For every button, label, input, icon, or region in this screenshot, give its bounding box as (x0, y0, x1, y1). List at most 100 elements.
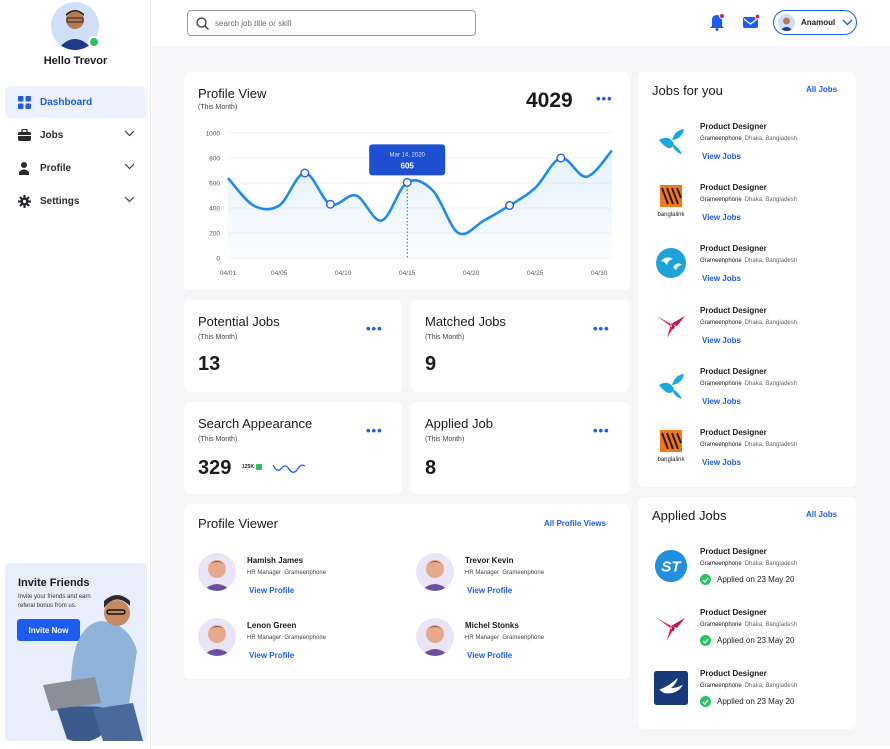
view-profile-link[interactable]: View Profile (467, 586, 512, 595)
avatar (416, 553, 454, 591)
viewer-item: Lenon Green HR Manager Grameenphone View… (198, 618, 398, 674)
job-title: Product Designer (700, 547, 767, 556)
sidebar-item-label: Profile (40, 162, 72, 174)
sidebar-item-profile[interactable]: Profile (5, 152, 147, 184)
job-company: Grameenphone (700, 319, 742, 326)
person-with-laptop-illustration (43, 595, 143, 741)
sidebar-item-jobs[interactable]: Jobs (5, 119, 147, 151)
job-company: Grameenphone (700, 561, 742, 567)
sparkline-icon (272, 464, 306, 473)
person-icon (17, 161, 31, 175)
matched-jobs-title: Matched Jobs (425, 314, 506, 329)
search-input[interactable] (215, 18, 455, 28)
view-profile-link[interactable]: View Profile (467, 651, 512, 660)
job-item: Product Designer Grameenphone Dhaka, Bangl… (638, 367, 856, 417)
view-jobs-link[interactable]: View Jobs (702, 336, 741, 345)
tooltip-value: 605 (401, 161, 415, 170)
potential-jobs-title: Potential Jobs (198, 314, 280, 329)
view-jobs-link[interactable]: View Jobs (702, 274, 741, 283)
job-meta: Grameenphone Dhaka, Bangladesh (700, 381, 797, 387)
view-jobs-link[interactable]: View Jobs (702, 152, 741, 161)
job-title: Product Designer (700, 183, 767, 193)
viewer-item: Trevor Kevin HR Manager Grameenphone Vie… (416, 553, 616, 609)
view-profile-link[interactable]: View Profile (249, 586, 294, 595)
job-location: Dhaka, Bangladesh (744, 136, 798, 142)
applied-job-subtitle: (This Month) (425, 436, 465, 443)
applied-status: Applied on 23 May 20 (700, 696, 795, 708)
viewer-role: HR Manager (465, 570, 500, 576)
x-tick-label: 04/15 (399, 270, 416, 277)
job-location: Dhaka, Bangladesh (744, 442, 798, 448)
chevron-down-icon (124, 130, 135, 137)
matched-jobs-value: 9 (425, 353, 437, 375)
bell-icon[interactable] (709, 13, 725, 31)
search-appearance-title: Search Appearance (198, 416, 313, 431)
growth-badge-value: 125K (242, 464, 254, 470)
applied-job-item: ST Product Designer Grameenphone Dhaka, Ban… (638, 547, 856, 597)
profile-viewer-title: Profile Viewer (198, 516, 278, 531)
data-point (402, 177, 412, 187)
job-meta: Grameenphone Dhaka, Bangladesh (700, 320, 797, 326)
job-location: Dhaka, Bangladesh (744, 561, 798, 567)
x-tick-label: 04/10 (335, 270, 352, 277)
applied-job-item: Product Designer Grameenphone Dhaka, Bangl… (638, 608, 856, 658)
matched-jobs-card: Matched Jobs (This Month) ••• 9 (411, 300, 629, 392)
job-item: banglalink Product Designer Grameenphone Dh… (638, 183, 856, 233)
svg-text:banglalink: banglalink (657, 457, 685, 463)
data-point (556, 153, 566, 163)
view-jobs-link[interactable]: View Jobs (702, 397, 741, 406)
job-title: Product Designer (700, 305, 767, 315)
data-point (505, 200, 515, 210)
x-tick-label: 04/05 (271, 270, 288, 277)
job-location: Dhaka, Bangladesh (744, 683, 798, 690)
avatar (198, 618, 236, 656)
more-options-icon[interactable]: ••• (366, 424, 383, 437)
svg-text:banglalink: banglalink (657, 212, 685, 218)
viewer-role: HR Manager (247, 635, 282, 641)
view-profile-link[interactable]: View Profile (249, 651, 294, 660)
gear-icon (17, 194, 31, 208)
sidebar: Hello Trevor Dashboard Jobs Profile Sett… (0, 0, 151, 749)
search-appearance-card: Search Appearance (This Month) ••• 329 1… (184, 402, 402, 494)
jobs-for-you-card: Jobs for you All Jobs Product Designer Gr… (638, 72, 856, 487)
job-meta: Grameenphone Dhaka, Bangladesh (700, 683, 797, 689)
job-company: Grameenphone (700, 442, 742, 448)
more-options-icon[interactable]: ••• (593, 322, 610, 335)
job-title: Product Designer (700, 366, 767, 376)
more-options-icon[interactable]: ••• (366, 322, 383, 335)
svg-text:ST: ST (661, 559, 682, 576)
avatar (198, 553, 236, 591)
user-avatar (778, 14, 795, 31)
all-profile-views-link[interactable]: All Profile Views (544, 519, 606, 528)
sidebar-item-settings[interactable]: Settings (5, 185, 147, 217)
job-item: Product Designer Grameenphone Dhaka, Bangl… (638, 306, 856, 356)
data-point (300, 168, 310, 178)
job-company: Grameenphone (700, 380, 742, 387)
job-company: Grameenphone (700, 197, 742, 204)
growth-badge: 125K (242, 464, 262, 470)
all-jobs-link[interactable]: All Jobs (806, 85, 837, 94)
sidebar-item-dashboard[interactable]: Dashboard (5, 86, 147, 118)
user-menu[interactable]: Anamoul (773, 10, 857, 35)
profile-view-card: Profile View (This Month) 4029 ••• 0 200 4… (184, 72, 630, 290)
job-item: Product Designer Grameenphone Dhaka, Bangl… (638, 122, 856, 172)
viewer-company: Grameenphone (502, 635, 545, 641)
applied-jobs-card: Applied Jobs All Jobs ST Product Designer… (638, 497, 856, 729)
applied-date: Applied on 23 May 20 (717, 697, 795, 707)
search-appearance-value: 329 (198, 457, 232, 479)
search-box[interactable] (187, 10, 476, 36)
applied-date: Applied on 23 May 20 (717, 575, 795, 584)
mail-icon[interactable] (743, 14, 760, 29)
viewer-role: HR Manager (247, 570, 282, 576)
view-jobs-link[interactable]: View Jobs (702, 458, 741, 467)
sidebar-item-label: Settings (40, 195, 80, 207)
more-options-icon[interactable]: ••• (593, 424, 610, 437)
company-logo: banglalink (654, 185, 688, 219)
job-location: Dhaka, Bangladesh (744, 258, 798, 265)
view-jobs-link[interactable]: View Jobs (702, 213, 741, 222)
job-item: Product Designer Grameenphone Dhaka, Bangl… (638, 244, 856, 294)
company-logo (654, 124, 688, 158)
all-applied-jobs-link[interactable]: All Jobs (806, 510, 837, 519)
viewer-meta: HR Manager Grameenphone (247, 635, 326, 641)
viewer-company: Grameenphone (284, 570, 327, 576)
